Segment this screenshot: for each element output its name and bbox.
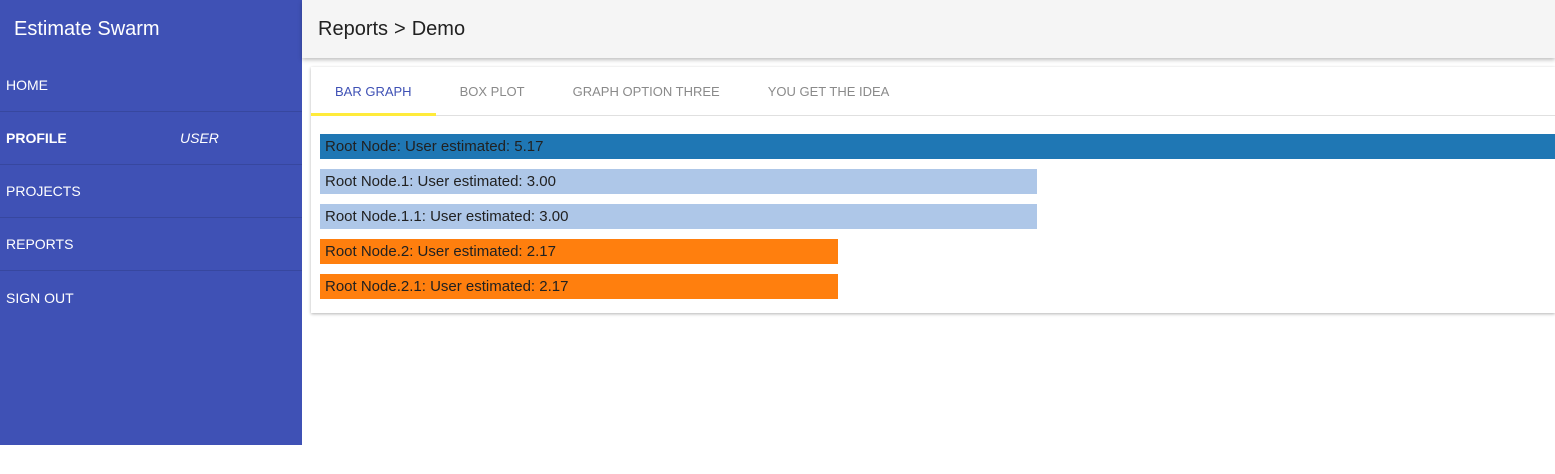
sidebar-item-projects[interactable]: PROJECTS — [0, 165, 302, 218]
bar-2: Root Node.1.1: User estimated: 3.00 — [320, 204, 1037, 229]
report-card: BAR GRAPH BOX PLOT GRAPH OPTION THREE YO… — [311, 67, 1555, 313]
sidebar-item-label: HOME — [6, 76, 48, 93]
bar-1: Root Node.1: User estimated: 3.00 — [320, 169, 1037, 194]
bar-chart: Root Node: User estimated: 5.17 Root Node… — [311, 116, 1555, 299]
graph-tabs: BAR GRAPH BOX PLOT GRAPH OPTION THREE YO… — [311, 67, 1555, 116]
bar-0: Root Node: User estimated: 5.17 — [320, 134, 1555, 159]
app-title: Estimate Swarm — [14, 17, 160, 40]
bar-4: Root Node.2.1: User estimated: 2.17 — [320, 274, 838, 299]
breadcrumb: Reports > Demo — [318, 18, 465, 41]
sidebar-item-label: PROJECTS — [6, 183, 81, 199]
sidebar-item-profile[interactable]: PROFILE USER — [0, 112, 302, 165]
sidebar-item-reports[interactable]: REPORTS — [0, 218, 302, 271]
breadcrumb-demo: Demo — [411, 17, 466, 40]
sidebar-item-label: PROFILE — [6, 130, 67, 146]
tab-you-get-the-idea[interactable]: YOU GET THE IDEA — [744, 67, 914, 115]
sidebar-item-label: REPORTS — [6, 236, 74, 252]
tab-box-plot[interactable]: BOX PLOT — [436, 67, 549, 115]
sidebar-item-user[interactable]: USER — [180, 130, 219, 146]
tab-bar-graph[interactable]: BAR GRAPH — [311, 67, 436, 116]
sidebar-item-label: SIGN OUT — [6, 289, 74, 306]
breadcrumb-reports[interactable]: Reports — [318, 18, 388, 40]
page-header: Reports > Demo — [302, 0, 1555, 58]
sidebar-item-home[interactable]: HOME — [0, 58, 302, 112]
sidebar-item-sign-out[interactable]: SIGN OUT — [0, 271, 302, 324]
tab-graph-option-three[interactable]: GRAPH OPTION THREE — [549, 67, 744, 115]
sidebar: Estimate Swarm HOME PROFILE USER PROJECT… — [0, 0, 302, 445]
bar-3: Root Node.2: User estimated: 2.17 — [320, 239, 838, 264]
breadcrumb-separator: > — [394, 17, 406, 40]
